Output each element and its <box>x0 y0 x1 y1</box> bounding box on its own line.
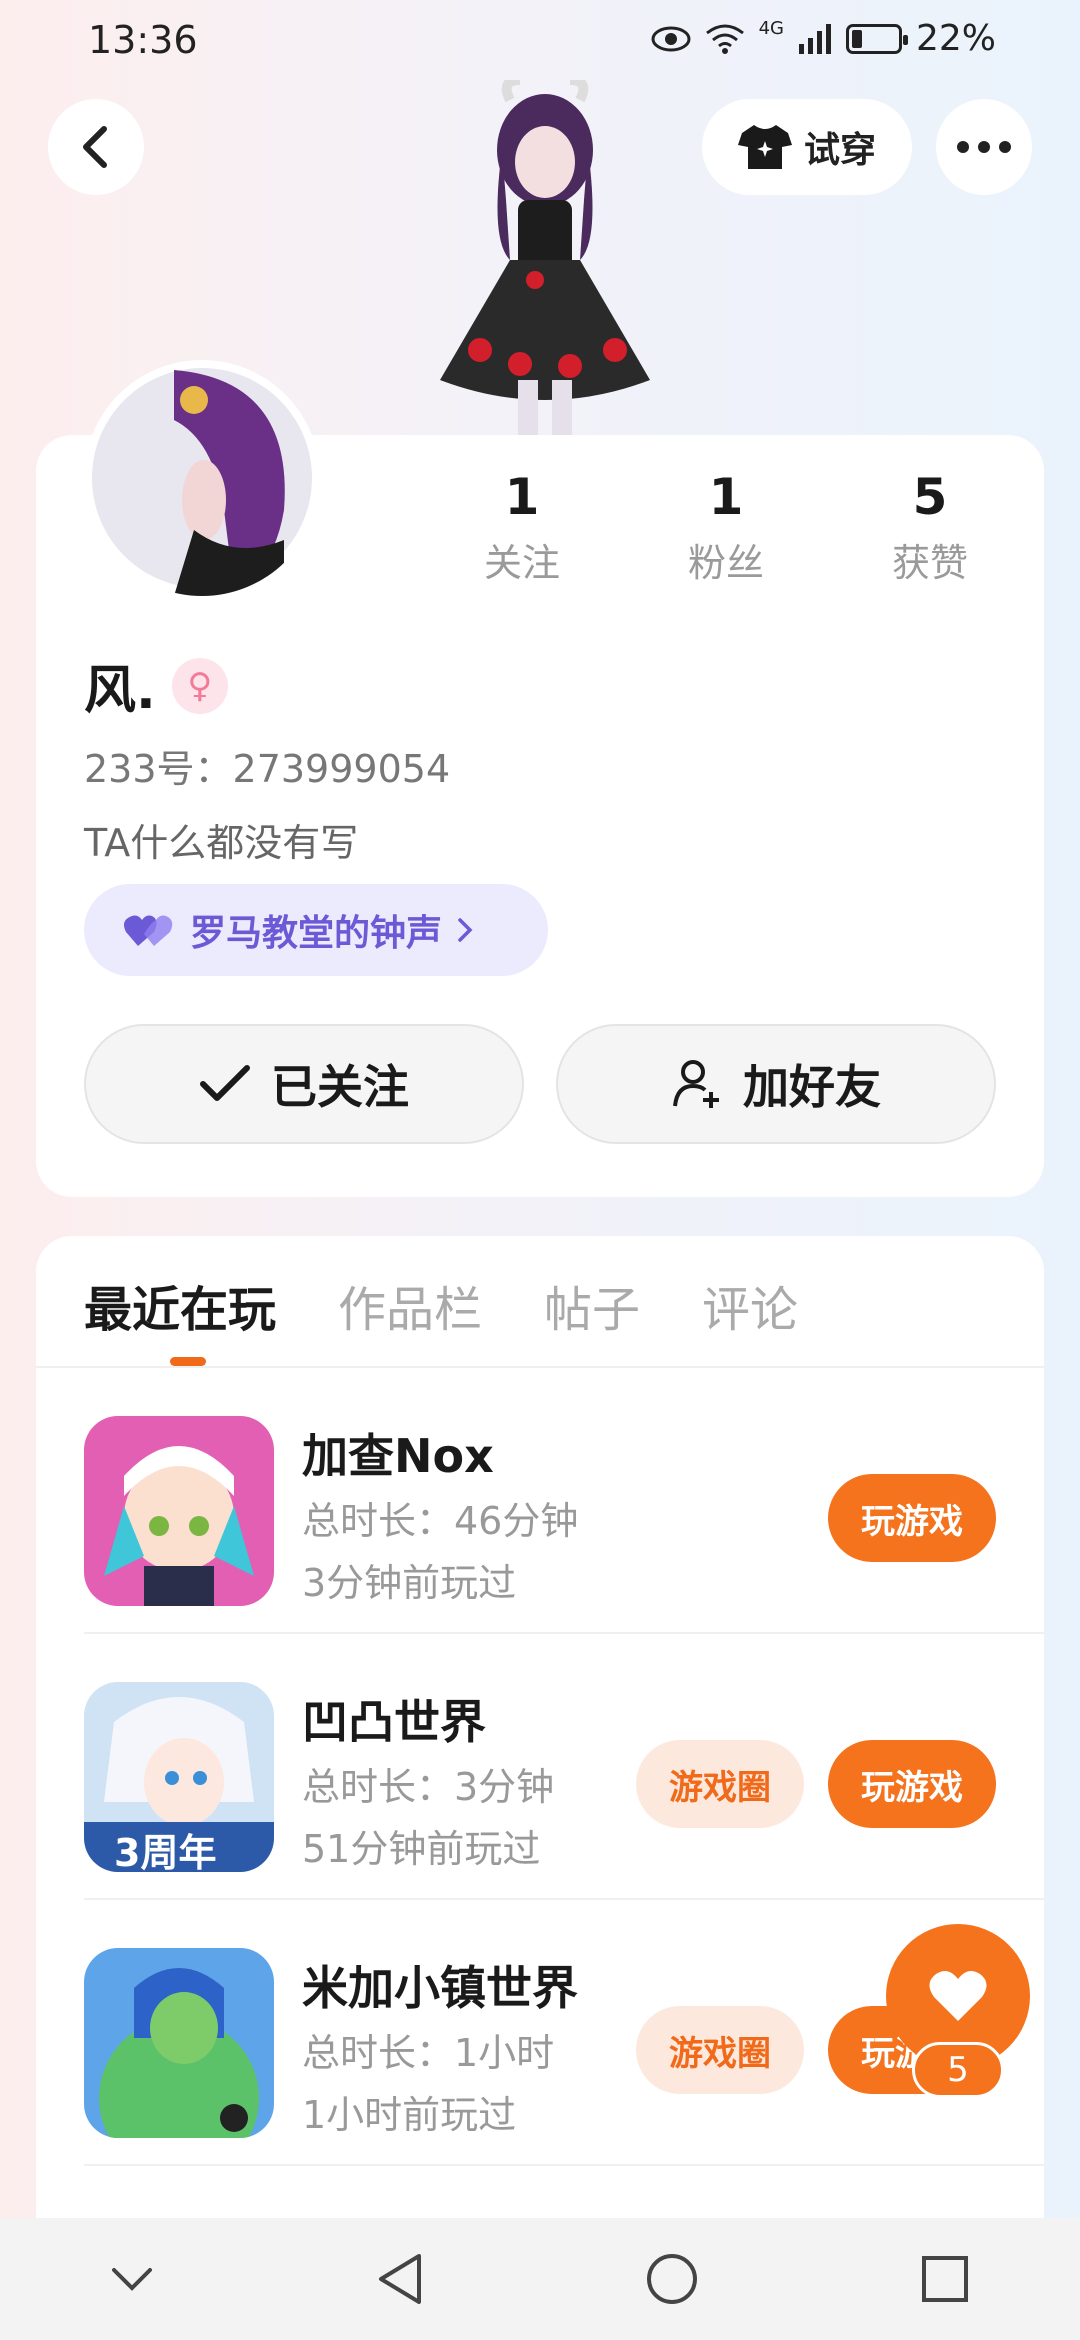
battery-percent: 22% <box>915 18 996 59</box>
game-last-played: 51分钟前玩过 <box>302 1827 541 1871</box>
add-friend-button[interactable]: 加好友 <box>556 1024 996 1144</box>
game-title: 凹凸世界 <box>302 1695 486 1749</box>
tab-bar: 最近在玩 作品栏 帖子 评论 <box>84 1270 798 1340</box>
recents-square-icon[interactable] <box>920 2254 970 2304</box>
stat-likes[interactable]: 5 获赞 <box>850 468 1010 587</box>
add-user-icon <box>673 1060 719 1108</box>
followed-button[interactable]: 已关注 <box>84 1024 524 1144</box>
check-icon <box>200 1065 250 1101</box>
tab-works[interactable]: 作品栏 <box>338 1270 482 1340</box>
game-icon <box>84 1416 274 1606</box>
game-duration: 总时长：3分钟 <box>302 1765 555 1809</box>
game-circle-button[interactable]: 游戏圈 <box>636 2006 804 2094</box>
game-last-played: 1小时前玩过 <box>302 2093 517 2137</box>
more-button[interactable] <box>936 99 1032 195</box>
like-count: 5 <box>912 2042 1004 2098</box>
chevron-right-icon <box>458 918 473 942</box>
play-game-button[interactable]: 玩游戏 <box>828 1740 996 1828</box>
profile-name-row: 风. ♀ <box>84 648 228 723</box>
play-game-button[interactable]: 玩游戏 <box>828 1474 996 1562</box>
battery-icon <box>845 23 908 54</box>
double-heart-icon <box>124 915 173 946</box>
stat-label: 粉丝 <box>687 541 764 585</box>
female-icon: ♀ <box>171 657 228 714</box>
try-on-label: 试穿 <box>803 130 876 171</box>
profile-name: 风. <box>84 661 156 721</box>
avatar-image <box>92 368 312 596</box>
followed-label: 已关注 <box>271 1060 409 1114</box>
tab-recent[interactable]: 最近在玩 <box>84 1270 276 1340</box>
status-time: 13:36 <box>88 18 198 62</box>
wifi-icon <box>705 24 744 54</box>
try-on-button[interactable]: 试穿 <box>702 99 912 195</box>
system-nav-bar <box>0 2218 1080 2340</box>
back-triangle-icon[interactable] <box>375 2252 425 2306</box>
list-item[interactable]: 3周年 凹凸世界 总时长：3分钟 51分钟前玩过 游戏圈 玩游戏 <box>84 1634 1044 1900</box>
status-bar: 13:36 4G 22% <box>0 0 1080 84</box>
row-divider <box>84 2164 1044 2166</box>
tab-posts[interactable]: 帖子 <box>544 1270 640 1340</box>
active-tab-indicator <box>170 1357 206 1366</box>
network-type: 4G <box>758 18 784 39</box>
status-icons: 4G 22% <box>651 18 996 59</box>
chevron-left-icon <box>83 126 107 168</box>
stat-label: 获赞 <box>891 541 968 585</box>
stat-value: 1 <box>708 468 744 526</box>
game-last-played: 3分钟前玩过 <box>302 1561 517 1605</box>
stat-value: 5 <box>912 468 948 526</box>
chevron-down-icon[interactable] <box>110 2264 154 2294</box>
game-icon: 3周年 <box>84 1682 274 1872</box>
user-id: 233号：273999054 <box>84 747 451 791</box>
game-duration: 总时长：46分钟 <box>302 1499 579 1543</box>
tab-comments[interactable]: 评论 <box>702 1270 798 1340</box>
eye-icon <box>651 26 691 51</box>
tshirt-icon <box>737 125 792 169</box>
tag-label: 罗马教堂的钟声 <box>190 913 443 954</box>
more-icon <box>957 141 1011 153</box>
home-circle-icon[interactable] <box>645 2252 699 2306</box>
game-circle-button[interactable]: 游戏圈 <box>636 1740 804 1828</box>
stat-label: 关注 <box>483 541 560 585</box>
bio: TA什么都没有写 <box>84 821 359 865</box>
stat-value: 1 <box>504 468 540 526</box>
signal-icon <box>798 23 831 54</box>
tag-chip[interactable]: 罗马教堂的钟声 <box>84 884 548 976</box>
game-duration: 总时长：1小时 <box>302 2031 555 2075</box>
stat-followers[interactable]: 1 粉丝 <box>646 468 806 587</box>
game-title: 加查Nox <box>302 1429 494 1483</box>
list-item[interactable]: 加查Nox 总时长：46分钟 3分钟前玩过 玩游戏 <box>84 1368 1044 1634</box>
avatar-character-image[interactable] <box>410 80 680 440</box>
game-title: 米加小镇世界 <box>302 1961 578 2015</box>
game-icon <box>84 1948 274 2138</box>
avatar[interactable] <box>84 360 320 596</box>
heart-icon <box>929 1970 987 2021</box>
back-button[interactable] <box>48 99 144 195</box>
stat-following[interactable]: 1 关注 <box>442 468 602 587</box>
game-icon-badge: 3周年 <box>114 1831 217 1872</box>
add-friend-label: 加好友 <box>743 1060 881 1114</box>
